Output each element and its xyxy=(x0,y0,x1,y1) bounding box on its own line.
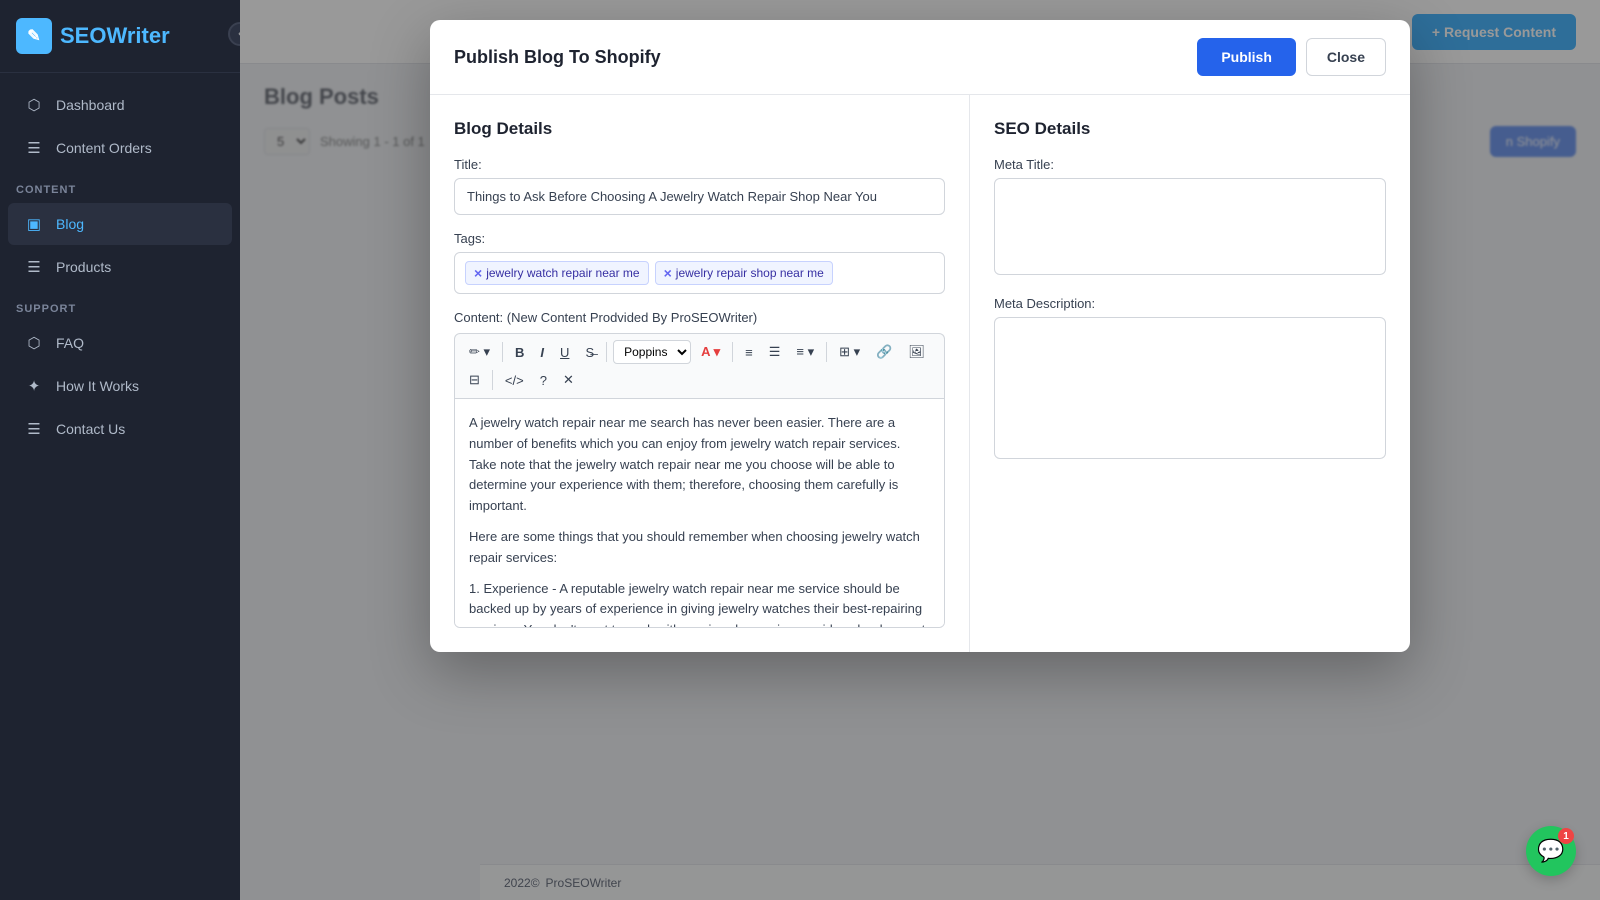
toolbar-code-button[interactable]: </> xyxy=(499,369,530,392)
how-it-works-icon: ✦ xyxy=(24,376,44,396)
meta-description-label: Meta Description: xyxy=(994,296,1386,311)
section-label-support: SUPPORT xyxy=(0,289,240,321)
products-icon: ☰ xyxy=(24,257,44,277)
close-button[interactable]: Close xyxy=(1306,38,1386,76)
modal-title: Publish Blog To Shopify xyxy=(454,47,661,68)
main-area: + Request Content Blog Posts 5 Showing 1… xyxy=(240,0,1600,900)
toolbar-divider xyxy=(492,370,493,390)
content-paragraph-3: 1. Experience - A reputable jewelry watc… xyxy=(469,579,930,628)
content-paragraph-2: Here are some things that you should rem… xyxy=(469,527,930,569)
toolbar-divider xyxy=(732,342,733,362)
sidebar-nav: ⬡ Dashboard ☰ Content Orders CONTENT ▣ B… xyxy=(0,73,240,900)
sidebar-item-how-it-works[interactable]: ✦ How It Works xyxy=(8,365,232,407)
logo-icon: ✎ xyxy=(16,18,52,54)
toolbar-table-button[interactable]: ⊞ ▾ xyxy=(833,340,866,364)
toolbar-divider xyxy=(502,342,503,362)
chat-bubble[interactable]: 💬 1 xyxy=(1526,826,1576,876)
toolbar-bold-button[interactable]: B xyxy=(509,341,530,364)
toolbar-help-button[interactable]: ? xyxy=(534,369,553,392)
sidebar-item-label: Blog xyxy=(56,216,84,232)
sidebar-item-label: Dashboard xyxy=(56,97,125,113)
toolbar-underline-button[interactable]: U xyxy=(554,341,575,364)
toolbar-ul-button[interactable]: ≡ xyxy=(739,341,759,364)
toolbar-font-color-button[interactable]: A ▾ xyxy=(695,340,726,364)
toolbar-pen-button[interactable]: ✏ ▾ xyxy=(463,340,496,364)
meta-description-textarea[interactable] xyxy=(994,317,1386,459)
rte-toolbar: ✏ ▾ B I U S̶ Poppins A ▾ ≡ ☰ xyxy=(454,333,945,398)
tag-item: × jewelry repair shop near me xyxy=(655,261,833,285)
blog-panel: Blog Details Title: Tags: × jewelry watc… xyxy=(430,95,970,652)
sidebar-item-label: FAQ xyxy=(56,335,84,351)
content-label: Content: (New Content Prodvided By ProSE… xyxy=(454,310,945,325)
sidebar-item-products[interactable]: ☰ Products xyxy=(8,246,232,288)
dashboard-icon: ⬡ xyxy=(24,95,44,115)
sidebar-item-dashboard[interactable]: ⬡ Dashboard xyxy=(8,84,232,126)
toolbar-ol-button[interactable]: ☰ xyxy=(763,340,787,364)
blog-panel-title: Blog Details xyxy=(454,119,945,139)
blog-icon: ▣ xyxy=(24,214,44,234)
sidebar: ✎ SEOWriter ‹ ⬡ Dashboard ☰ Content Orde… xyxy=(0,0,240,900)
sidebar-item-label: Products xyxy=(56,259,111,275)
rte-content[interactable]: A jewelry watch repair near me search ha… xyxy=(454,398,945,628)
publish-button[interactable]: Publish xyxy=(1197,38,1296,76)
toolbar-strikethrough-button[interactable]: S̶ xyxy=(579,341,600,364)
app-name: SEOWriter xyxy=(60,23,170,49)
tags-label: Tags: xyxy=(454,231,945,246)
meta-title-textarea[interactable] xyxy=(994,178,1386,275)
tag-text: jewelry repair shop near me xyxy=(676,266,824,280)
content-paragraph-1: A jewelry watch repair near me search ha… xyxy=(469,413,930,517)
title-label: Title: xyxy=(454,157,945,172)
faq-icon: ⬡ xyxy=(24,333,44,353)
modal-body: Blog Details Title: Tags: × jewelry watc… xyxy=(430,95,1410,652)
sidebar-item-label: Contact Us xyxy=(56,421,125,437)
font-select[interactable]: Poppins xyxy=(613,340,691,364)
toolbar-link-button[interactable]: 🔗 xyxy=(870,340,898,364)
tag-item: × jewelry watch repair near me xyxy=(465,261,649,285)
modal: Publish Blog To Shopify Publish Close Bl… xyxy=(430,20,1410,652)
sidebar-item-contact-us[interactable]: ☰ Contact Us xyxy=(8,408,232,450)
modal-overlay: Publish Blog To Shopify Publish Close Bl… xyxy=(240,0,1600,900)
sidebar-item-blog[interactable]: ▣ Blog xyxy=(8,203,232,245)
logo: ✎ SEOWriter xyxy=(0,0,240,73)
toolbar-divider xyxy=(606,342,607,362)
seo-panel-title: SEO Details xyxy=(994,119,1386,139)
toolbar-image-button[interactable]: 🖼 xyxy=(902,340,931,364)
toolbar-eraser-button[interactable]: ✕ xyxy=(557,368,580,392)
seo-panel: SEO Details Meta Title: Meta Description… xyxy=(970,95,1410,652)
toolbar-embed-button[interactable]: ⊟ xyxy=(463,368,486,392)
section-label-content: CONTENT xyxy=(0,170,240,202)
contact-us-icon: ☰ xyxy=(24,419,44,439)
sidebar-item-label: How It Works xyxy=(56,378,139,394)
toolbar-divider xyxy=(826,342,827,362)
modal-header: Publish Blog To Shopify Publish Close xyxy=(430,20,1410,95)
tag-text: jewelry watch repair near me xyxy=(486,266,639,280)
tag-remove-icon[interactable]: × xyxy=(474,265,482,281)
toolbar-italic-button[interactable]: I xyxy=(534,341,550,364)
toolbar-align-button[interactable]: ≡ ▾ xyxy=(790,340,820,364)
content-orders-icon: ☰ xyxy=(24,138,44,158)
sidebar-item-faq[interactable]: ⬡ FAQ xyxy=(8,322,232,364)
sidebar-item-content-orders[interactable]: ☰ Content Orders xyxy=(8,127,232,169)
sidebar-item-label: Content Orders xyxy=(56,140,152,156)
modal-header-actions: Publish Close xyxy=(1197,38,1386,76)
meta-title-label: Meta Title: xyxy=(994,157,1386,172)
chat-badge: 1 xyxy=(1558,828,1574,844)
title-input[interactable] xyxy=(454,178,945,215)
tag-remove-icon[interactable]: × xyxy=(664,265,672,281)
tags-field: × jewelry watch repair near me × jewelry… xyxy=(454,252,945,294)
